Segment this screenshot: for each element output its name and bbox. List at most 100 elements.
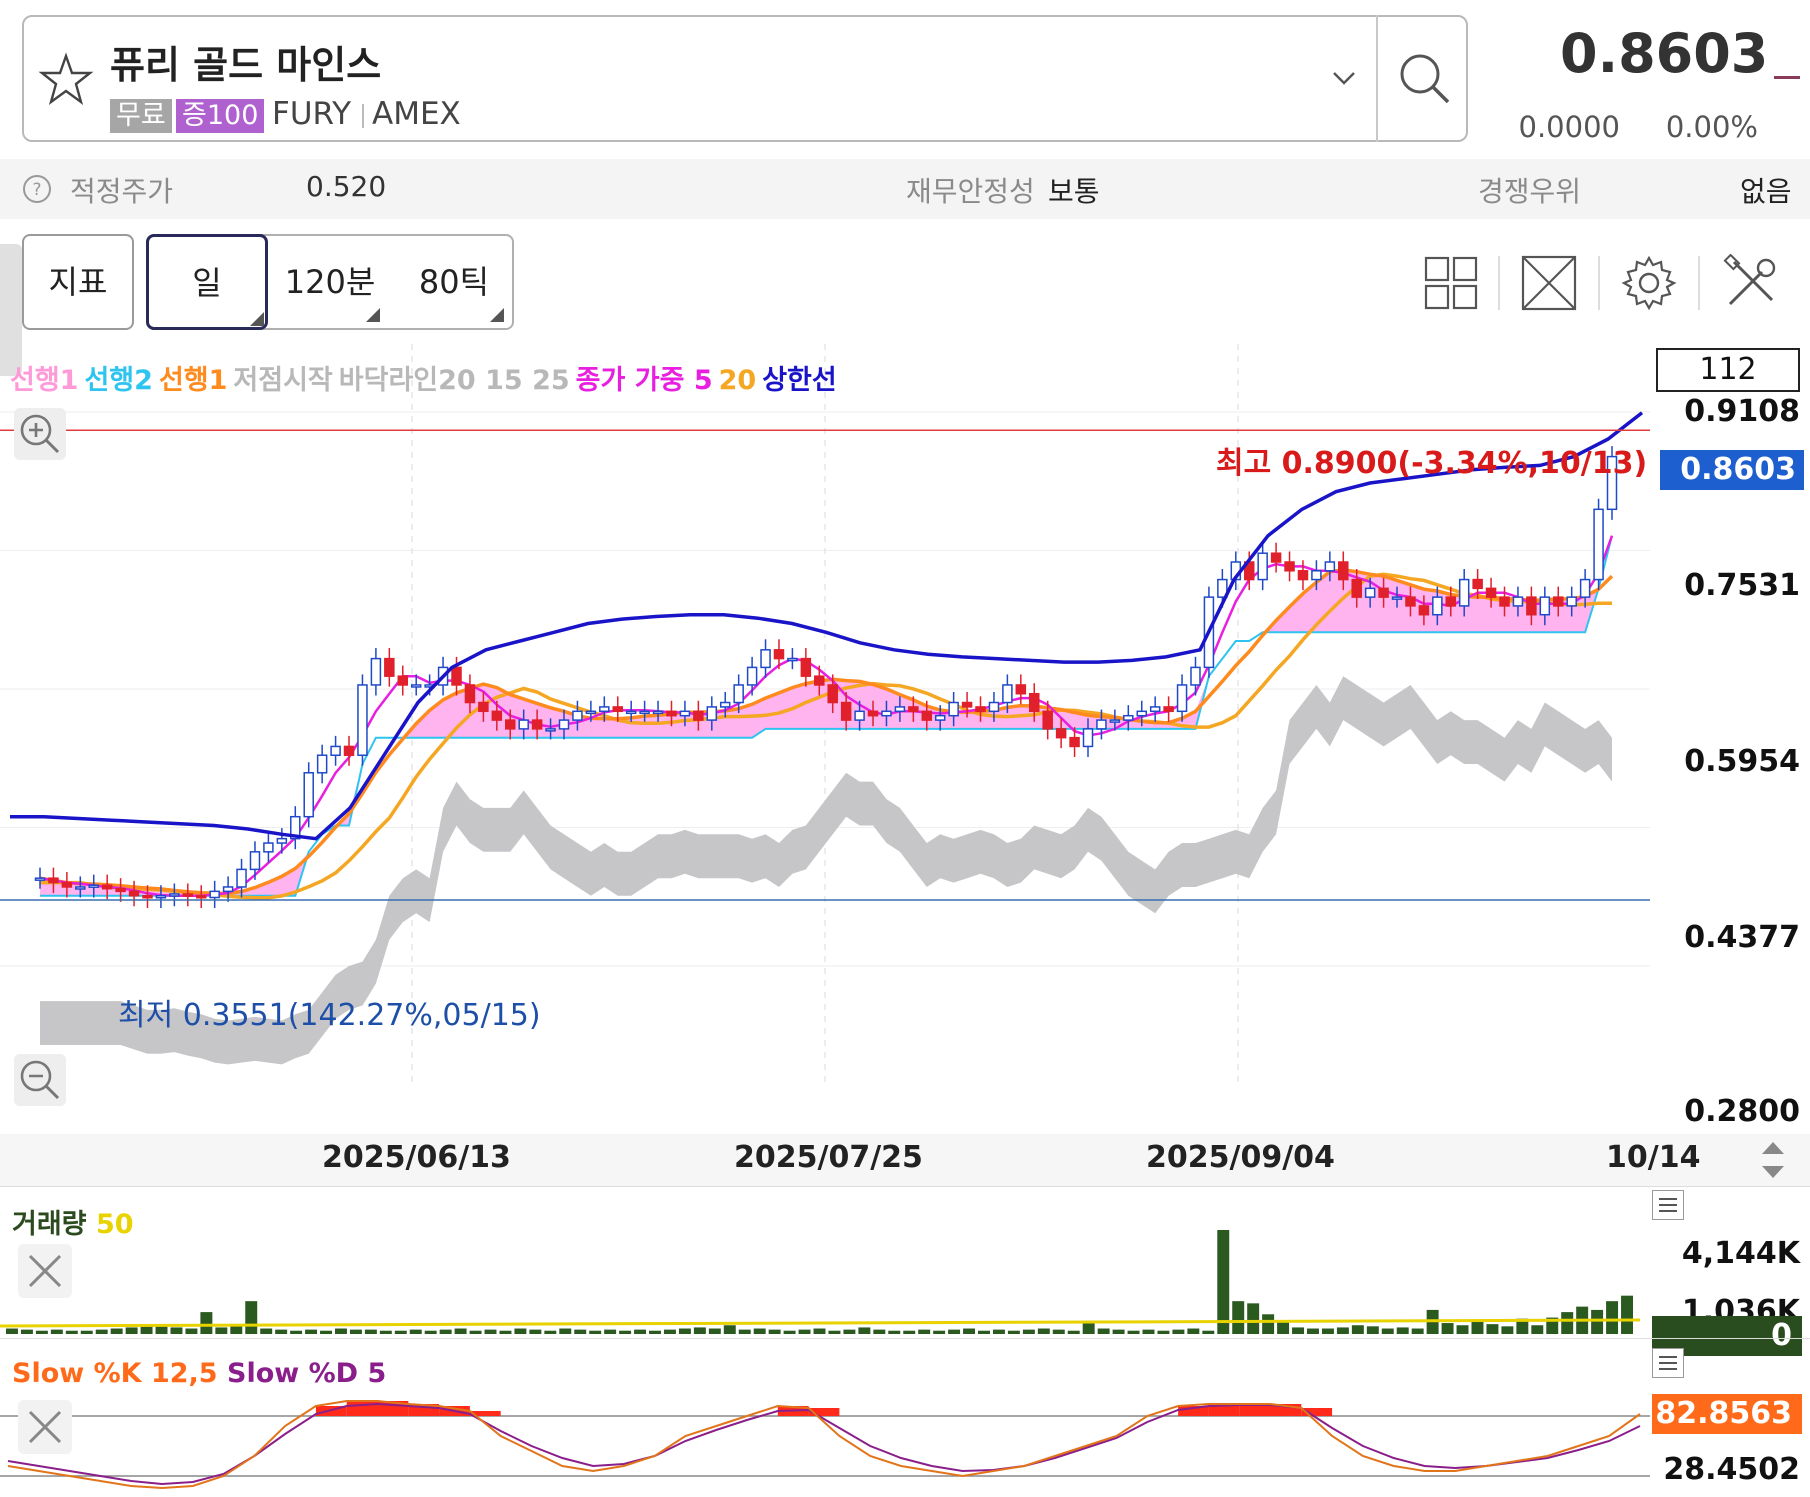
star-icon[interactable] — [36, 50, 96, 110]
candle — [155, 894, 167, 899]
volume-bar — [1157, 1330, 1170, 1334]
volume-bar — [1606, 1301, 1619, 1334]
candle — [195, 894, 207, 899]
volume-bar — [813, 1328, 826, 1334]
zoom-in-icon[interactable] — [14, 408, 66, 460]
volume-bar — [1277, 1320, 1290, 1334]
legend-item[interactable]: 20 — [719, 365, 757, 396]
period-80tick-button[interactable]: 80틱 — [404, 234, 504, 330]
candle — [746, 666, 758, 686]
legend-item[interactable]: 종가 가중 5 — [576, 365, 713, 396]
volume-bar — [245, 1301, 258, 1334]
legend-item[interactable]: 바닥라인20 15 25 — [339, 365, 570, 396]
volume-bar — [678, 1328, 691, 1334]
volume-bar — [1321, 1328, 1334, 1334]
toolbar-divider — [1498, 256, 1500, 310]
candle — [1566, 596, 1577, 607]
volume-bar — [140, 1326, 153, 1334]
volume-bar — [275, 1329, 288, 1334]
menu-icon[interactable] — [1652, 1190, 1684, 1220]
stability-value: 보통 — [1048, 175, 1100, 208]
volume-bar — [544, 1330, 557, 1334]
expand-icon[interactable] — [1520, 254, 1578, 312]
chevron-down-icon[interactable] — [1324, 58, 1364, 98]
volume-bar — [529, 1329, 542, 1334]
indicator-legend: 선행1 선행2 선행1 저점시작 바닥라인20 15 25 종가 가중 5 20 상한선 — [10, 358, 843, 397]
layout-grid-icon[interactable] — [1422, 254, 1480, 312]
candle — [612, 706, 623, 713]
candle — [1499, 596, 1510, 607]
volume-bar — [888, 1330, 901, 1334]
legend-item[interactable]: 선행1 — [159, 365, 227, 396]
volume-bar — [1456, 1325, 1469, 1334]
candle — [961, 701, 973, 708]
stock-name[interactable]: 퓨리 골드 마인스 — [110, 34, 381, 89]
candle — [1553, 596, 1564, 607]
volume-bar — [1351, 1325, 1364, 1334]
candle — [1002, 684, 1013, 704]
candle — [1432, 596, 1443, 616]
close-icon[interactable] — [18, 1244, 72, 1298]
volume-bar — [1471, 1320, 1484, 1334]
candle — [370, 657, 382, 686]
current-price-tag: 0.8603 — [1660, 450, 1804, 490]
candle — [787, 657, 798, 662]
candle — [1109, 719, 1121, 723]
candle — [1176, 684, 1188, 713]
candle — [706, 706, 718, 721]
candle — [276, 837, 288, 844]
scroll-arrows-icon[interactable] — [1752, 1136, 1794, 1184]
search-icon[interactable] — [1392, 46, 1458, 112]
high-annotation: 최고 0.8900(-3.34%,10/13) — [1216, 446, 1648, 481]
margin-badge: 증100 — [176, 99, 265, 133]
candle — [693, 710, 704, 721]
volume-bar — [469, 1330, 482, 1334]
price-change-pct: 0.00% — [1665, 110, 1758, 144]
ticker-symbol: FURY — [272, 96, 352, 132]
toolbar-divider — [1598, 256, 1600, 310]
gear-icon[interactable] — [1620, 254, 1678, 312]
volume-bar — [1127, 1330, 1140, 1334]
y-axis-label: 0.9108 — [1684, 394, 1800, 429]
candle — [814, 675, 825, 686]
legend-item[interactable]: 상한선 — [762, 365, 837, 396]
volume-max-label: 4,144K — [1681, 1236, 1800, 1271]
legend-item[interactable]: 선행2 — [84, 365, 152, 396]
volume-bar — [963, 1328, 976, 1334]
candle — [652, 710, 664, 715]
candle — [531, 719, 543, 730]
candle — [921, 710, 933, 721]
volume-bar — [708, 1328, 721, 1334]
volume-bar — [843, 1329, 856, 1334]
volume-bar — [634, 1329, 647, 1334]
close-icon[interactable] — [18, 1400, 72, 1454]
candle — [1539, 596, 1551, 616]
candle — [128, 890, 140, 897]
candle — [666, 710, 677, 717]
volume-chart[interactable] — [0, 1186, 1810, 1338]
legend-item[interactable]: 선행1 — [10, 365, 78, 396]
menu-icon[interactable] — [1652, 1348, 1684, 1378]
volume-bar — [514, 1328, 527, 1334]
help-icon[interactable]: ? — [22, 174, 52, 204]
candle — [1485, 587, 1497, 598]
legend-item[interactable]: 저점시작 — [233, 365, 332, 396]
candle — [1149, 706, 1161, 713]
volume-bar — [933, 1330, 946, 1334]
volume-bar — [1336, 1327, 1349, 1334]
tools-icon[interactable] — [1722, 254, 1780, 312]
volume-bar — [125, 1327, 138, 1334]
search-divider — [1376, 15, 1378, 142]
volume-bar — [1052, 1329, 1065, 1334]
zoom-out-icon[interactable] — [14, 1054, 66, 1106]
indicator-button[interactable]: 지표 — [22, 234, 134, 330]
volume-bar — [95, 1329, 108, 1334]
volume-bar — [290, 1330, 303, 1334]
volume-bar — [768, 1329, 781, 1334]
volume-bar — [619, 1330, 632, 1334]
volume-bar — [424, 1330, 437, 1334]
volume-bar — [320, 1330, 332, 1334]
volume-bar — [903, 1330, 916, 1334]
volume-bar — [1217, 1230, 1230, 1334]
volume-bar — [663, 1329, 676, 1334]
